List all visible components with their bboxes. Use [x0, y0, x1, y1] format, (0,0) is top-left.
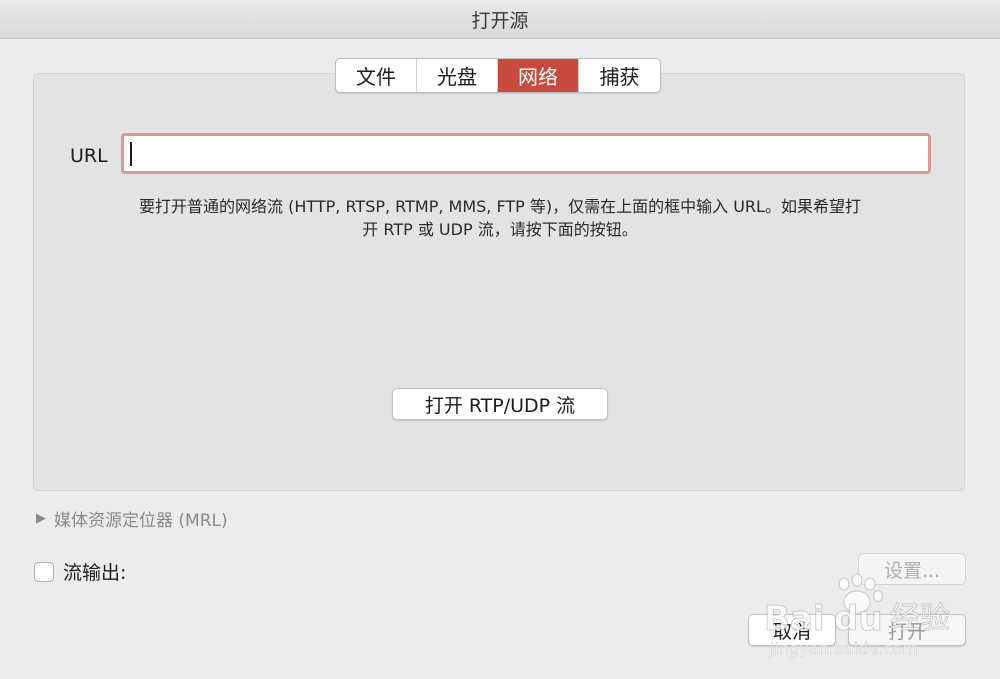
help-text-line-2: 开 RTP 或 UDP 流，请按下面的按钮。: [362, 220, 638, 239]
tab-file[interactable]: 文件: [336, 59, 417, 92]
open-rtp-udp-button[interactable]: 打开 RTP/UDP 流: [392, 388, 608, 420]
tab-capture[interactable]: 捕获: [579, 59, 660, 92]
disclosure-triangle-icon: ▶: [36, 511, 46, 526]
open-button[interactable]: 打开: [848, 614, 966, 646]
text-caret: [130, 142, 132, 166]
help-text-line-1: 要打开普通的网络流 (HTTP, RTSP, RTMP, MMS, FTP 等)…: [139, 197, 861, 216]
title-bar: 打开源: [0, 0, 1000, 39]
stream-output-checkbox[interactable]: [34, 561, 54, 582]
stream-output-label: 流输出:: [63, 562, 127, 584]
settings-button[interactable]: 设置...: [858, 553, 966, 585]
cancel-button[interactable]: 取消: [748, 614, 836, 646]
source-tabs: 文件 光盘 网络 捕获: [335, 58, 661, 93]
url-label: URL: [70, 145, 108, 167]
network-help-text: 要打开普通的网络流 (HTTP, RTSP, RTMP, MMS, FTP 等)…: [60, 195, 940, 241]
window-title: 打开源: [471, 9, 529, 32]
mrl-disclosure[interactable]: ▶ 媒体资源定位器 (MRL): [36, 506, 228, 531]
tab-network[interactable]: 网络: [498, 59, 579, 92]
mrl-label: 媒体资源定位器 (MRL): [54, 511, 228, 531]
stream-output-row: 流输出:: [34, 558, 126, 585]
tab-disc[interactable]: 光盘: [417, 59, 498, 92]
url-input[interactable]: [121, 133, 931, 174]
open-source-dialog: 打开源 文件 光盘 网络 捕获 URL 要打开普通的网络流 (HTTP, RTS…: [0, 0, 1000, 679]
